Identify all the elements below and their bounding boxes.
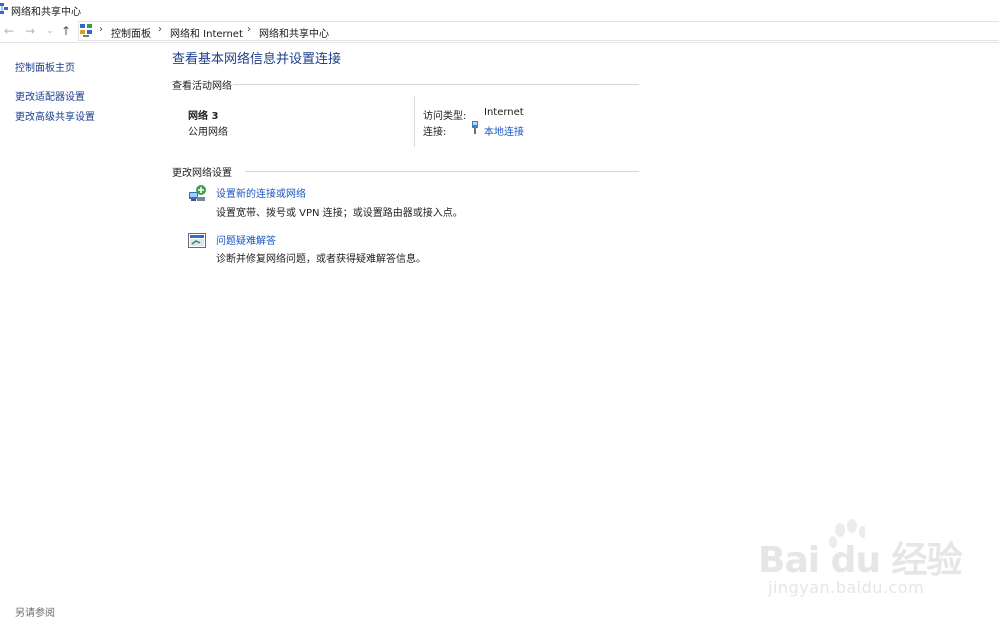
recent-locations-button[interactable]: ⌄ (46, 24, 54, 38)
breadcrumb-control-panel[interactable]: 控制面板 (111, 25, 151, 40)
page-title: 查看基本网络信息并设置连接 (172, 52, 342, 67)
network-center-icon (0, 3, 8, 14)
forward-button[interactable]: → (25, 24, 35, 38)
sidebar-home-link[interactable]: 控制面板主页 (15, 59, 75, 74)
access-type-label: 访问类型: (423, 111, 467, 122)
control-panel-icon (80, 24, 92, 37)
active-networks-heading: 查看活动网络 (172, 81, 232, 92)
setup-new-connection-description: 设置宽带、拨号或 VPN 连接；或设置路由器或接入点。 (216, 208, 463, 219)
troubleshoot-description: 诊断并修复网络问题，或者获得疑难解答信息。 (216, 254, 426, 265)
breadcrumb-separator: › (158, 24, 162, 35)
title-bar: 网络和共享中心 (0, 0, 1000, 19)
connections-label: 连接: (423, 127, 447, 138)
window-title: 网络和共享中心 (11, 7, 81, 18)
breadcrumb-separator: › (99, 24, 103, 35)
ethernet-icon (472, 121, 478, 134)
breadcrumb-network-sharing-center[interactable]: 网络和共享中心 (259, 25, 329, 40)
section-divider (245, 171, 639, 172)
troubleshoot-link[interactable]: 问题疑难解答 (216, 232, 276, 247)
breadcrumb-network-internet[interactable]: 网络和 Internet (170, 25, 243, 40)
breadcrumb-separator: › (247, 24, 251, 35)
section-divider (233, 84, 639, 85)
troubleshoot-icon (188, 233, 206, 248)
network-name: 网络 3 (188, 111, 219, 122)
access-type-value: Internet (484, 107, 524, 118)
watermark-brand: Bai du 经验 (758, 540, 963, 581)
network-setup-icon (189, 185, 206, 201)
sidebar-item-adapter-settings[interactable]: 更改适配器设置 (15, 88, 85, 103)
watermark-url: jingyan.baidu.com (768, 578, 925, 597)
setup-new-connection-link[interactable]: 设置新的连接或网络 (216, 185, 306, 200)
change-settings-heading: 更改网络设置 (172, 168, 232, 179)
network-info-divider (414, 96, 415, 147)
up-button[interactable]: ↑ (61, 24, 71, 38)
see-also-heading: 另请参阅 (15, 608, 55, 619)
network-type: 公用网络 (188, 127, 228, 138)
local-connection-link[interactable]: 本地连接 (484, 123, 524, 138)
back-button[interactable]: ← (4, 24, 14, 38)
sidebar-item-advanced-sharing[interactable]: 更改高级共享设置 (15, 108, 95, 123)
